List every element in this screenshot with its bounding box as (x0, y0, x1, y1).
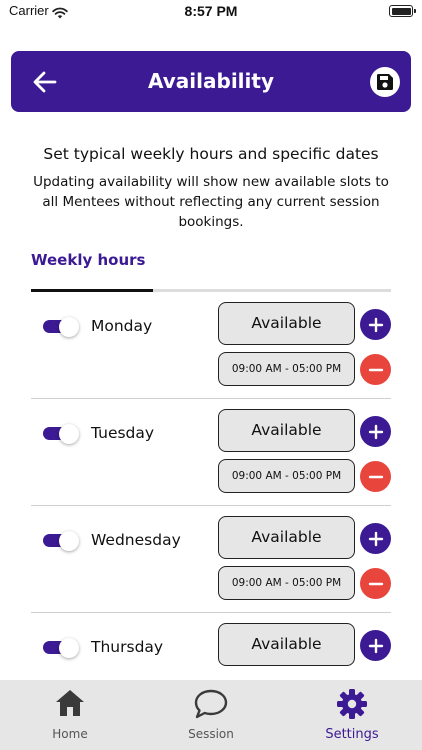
page-title: Availability (148, 69, 274, 93)
tab-weekly-hours[interactable]: Weekly hours (31, 251, 145, 269)
remove-slot-button[interactable] (360, 354, 391, 385)
time-slot-button[interactable]: 09:00 AM - 05:00 PM (218, 352, 355, 386)
time-slot-button[interactable]: 09:00 AM - 05:00 PM (218, 459, 355, 493)
plus-icon (368, 531, 383, 546)
add-slot-button[interactable] (360, 523, 391, 554)
day-toggle[interactable] (43, 424, 81, 444)
plus-icon (368, 638, 383, 653)
day-label: Thursday (91, 638, 164, 656)
plus-icon (368, 317, 383, 332)
battery-icon (389, 5, 416, 17)
home-icon (56, 690, 84, 716)
availability-status-button[interactable]: Available (218, 409, 355, 452)
chat-bubble-icon (194, 689, 228, 719)
day-toggle[interactable] (43, 317, 81, 337)
availability-status-button[interactable]: Available (218, 302, 355, 345)
plus-icon (368, 424, 383, 439)
day-toggle[interactable] (43, 638, 81, 658)
day-label: Wednesday (91, 531, 181, 549)
remove-slot-button[interactable] (360, 461, 391, 492)
availability-status-button[interactable]: Available (218, 623, 355, 666)
minus-icon (368, 475, 383, 478)
floppy-disk-icon (377, 74, 393, 90)
add-slot-button[interactable] (360, 416, 391, 447)
tab-label: Settings (325, 727, 379, 742)
day-toggle[interactable] (43, 531, 81, 551)
tab-home[interactable]: Home (0, 680, 140, 750)
save-button[interactable] (370, 67, 400, 97)
add-slot-button[interactable] (360, 309, 391, 340)
availability-status-button[interactable]: Available (218, 516, 355, 559)
header-bar: Availability (11, 51, 411, 112)
day-row-tuesday: Tuesday Available 09:00 AM - 05:00 PM (31, 399, 391, 506)
day-label: Tuesday (91, 424, 155, 442)
add-slot-button[interactable] (360, 630, 391, 661)
remove-slot-button[interactable] (360, 568, 391, 599)
tab-settings[interactable]: Settings (282, 680, 422, 750)
tab-session[interactable]: Session (141, 680, 281, 750)
intro-subtitle: Updating availability will show new avai… (33, 174, 389, 230)
bottom-tab-bar: Home Session Settings (0, 680, 422, 750)
day-label: Monday (91, 317, 153, 335)
minus-icon (368, 368, 383, 371)
day-row-monday: Monday Available 09:00 AM - 05:00 PM (31, 292, 391, 399)
intro-title: Set typical weekly hours and specific da… (43, 145, 379, 163)
status-time: 8:57 PM (184, 3, 238, 19)
tab-label: Session (188, 727, 234, 741)
day-row-wednesday: Wednesday Available 09:00 AM - 05:00 PM (31, 506, 391, 613)
minus-icon (368, 582, 383, 585)
gear-icon (337, 689, 367, 719)
status-bar: Carrier 8:57 PM (0, 0, 422, 24)
time-slot-button[interactable]: 09:00 AM - 05:00 PM (218, 566, 355, 600)
tab-label: Home (52, 727, 88, 741)
